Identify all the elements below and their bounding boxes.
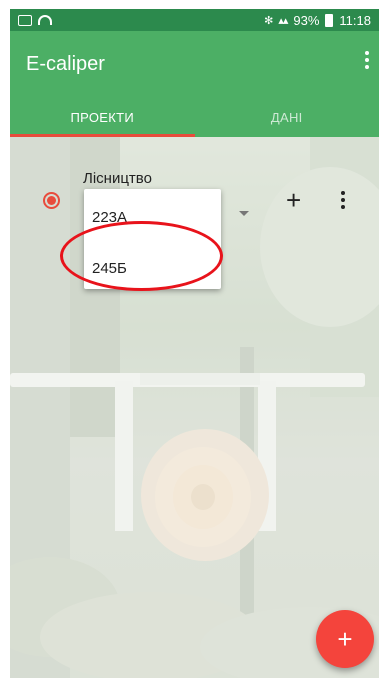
project-label: Лісництво: [83, 170, 152, 187]
content-area: Лісництво + 223А 245Б +: [10, 137, 379, 678]
plus-icon[interactable]: +: [286, 187, 301, 213]
bluetooth-icon: ✻: [264, 14, 273, 27]
app-title: E-caliper: [26, 53, 105, 75]
dropdown-option-245b[interactable]: 245Б: [92, 260, 127, 277]
more-vertical-icon[interactable]: [361, 49, 373, 71]
project-radio[interactable]: [43, 192, 60, 209]
battery-icon: [325, 13, 334, 27]
more-vertical-icon[interactable]: [339, 191, 347, 211]
project-row: Лісництво + 223А 245Б: [10, 137, 379, 297]
tab-bar: ПРОЕКТИ ДАНІ: [10, 97, 379, 137]
add-fab-button[interactable]: +: [316, 610, 374, 668]
phone-screen: ✻ ▴▴ 93% 11:18 E-caliper ПРОЕКТИ ДАНІ Лі…: [0, 0, 379, 678]
tab-projects[interactable]: ПРОЕКТИ: [10, 97, 195, 137]
status-time: 11:18: [339, 12, 371, 28]
tab-data[interactable]: ДАНІ: [195, 97, 379, 137]
app-bar: E-caliper ПРОЕКТИ ДАНІ: [10, 31, 379, 137]
project-dropdown: 223А 245Б: [84, 189, 221, 289]
status-right: ✻ ▴▴ 93% 11:18: [264, 13, 371, 28]
wifi-icon: [38, 15, 52, 25]
battery-percent: 93%: [293, 12, 320, 28]
dropdown-option-223a[interactable]: 223А: [92, 209, 127, 226]
signal-icon: ▴▴: [278, 14, 288, 27]
chevron-down-icon[interactable]: [239, 211, 249, 216]
image-icon: [18, 14, 32, 26]
status-bar: ✻ ▴▴ 93% 11:18: [10, 9, 379, 31]
radio-selected-dot: [47, 196, 56, 205]
status-left: [18, 14, 52, 26]
